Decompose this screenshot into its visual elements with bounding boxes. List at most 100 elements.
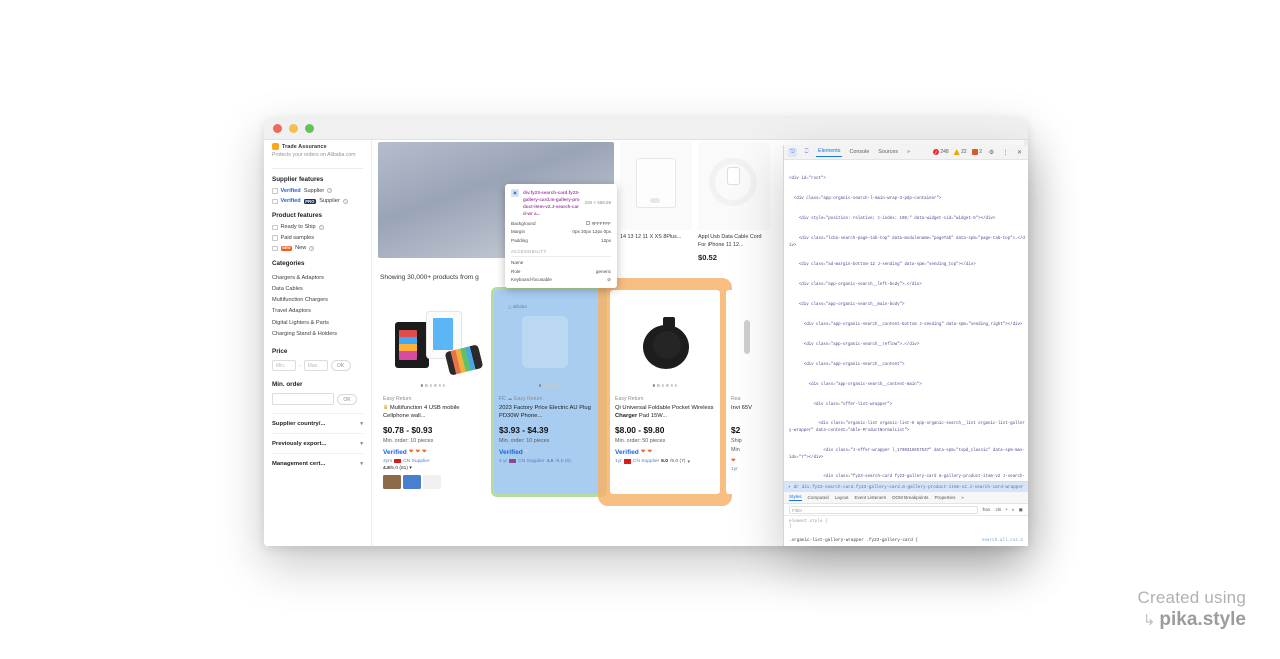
- tab-elements[interactable]: Elements: [816, 148, 843, 157]
- error-count[interactable]: ! 248: [932, 149, 949, 155]
- supplier-row[interactable]: 1yr CN Supplier 5.0 /5.0 (7) ▾: [615, 459, 715, 465]
- product-title[interactable]: Invi 65V: [731, 404, 761, 421]
- dom-line[interactable]: <div class="app-organic-search__main-bod…: [789, 302, 1026, 309]
- maximize-window-button[interactable]: [305, 124, 314, 133]
- info-icon[interactable]: ?: [318, 224, 324, 230]
- dom-line-selected[interactable]: <div class="J-offer-wrapper l_1700316657…: [789, 448, 1026, 461]
- style-rules[interactable]: element.style { } .organic-list-gallery-…: [784, 516, 1028, 546]
- product-thumbnails[interactable]: [383, 474, 483, 489]
- style-rule[interactable]: .organic-list-gallery-wrapper .fy23-gall…: [789, 538, 1023, 543]
- dom-line[interactable]: <div class="app-organic-search__content-…: [789, 322, 1026, 329]
- min-order-input[interactable]: [272, 393, 334, 406]
- filters-sidebar[interactable]: Trade Assurance Protects your orders on …: [264, 140, 372, 546]
- supplier-row[interactable]: 1yr: [731, 467, 761, 472]
- add-style-rule-icon[interactable]: +: [1005, 507, 1008, 512]
- dom-line[interactable]: <div class="app-organic-search__left-bod…: [789, 282, 1026, 289]
- dom-line[interactable]: <div class="app-organic-search__content"…: [789, 362, 1026, 369]
- checkbox[interactable]: [272, 198, 278, 205]
- category-item[interactable]: Travel Adaptors: [272, 306, 363, 317]
- more-options-icon[interactable]: ⋮: [1001, 148, 1010, 157]
- checkbox[interactable]: [272, 188, 278, 194]
- thumbnail[interactable]: [383, 474, 401, 489]
- info-icon[interactable]: ?: [342, 198, 348, 204]
- product-title[interactable]: ♛ Multifunction 4 USB mobile Cellphone w…: [383, 404, 483, 421]
- thumbnail[interactable]: [403, 474, 421, 489]
- tab-computed[interactable]: Computed: [808, 495, 829, 500]
- price-min-input[interactable]: Min.: [272, 360, 296, 372]
- tab-more[interactable]: »: [905, 149, 912, 155]
- rule-source[interactable]: search.all.css:2: [982, 538, 1023, 543]
- filter-new[interactable]: NEW New ?: [272, 245, 363, 251]
- device-toolbar-icon[interactable]: ⎕: [802, 148, 811, 157]
- tab-layout[interactable]: Layout: [835, 495, 849, 500]
- close-icon[interactable]: ✕: [1015, 148, 1024, 157]
- tab-event-listeners[interactable]: Event Listeners: [855, 495, 887, 500]
- image-carousel-dots[interactable]: [539, 384, 559, 387]
- dom-line[interactable]: <div class="offer-list-wrapper">: [789, 402, 1026, 409]
- dom-line[interactable]: <div class="app-organic-search-l-main-wr…: [789, 196, 1026, 203]
- tab-dom-breakpoints[interactable]: DOM Breakpoints: [892, 495, 928, 500]
- product-card[interactable]: Easy Return Qi Universal Foldable Pocket…: [610, 289, 720, 494]
- minimize-window-button[interactable]: [289, 124, 298, 133]
- supplier-row[interactable]: 2 yr CN Supplier 4.6 /5.0 (6): [499, 459, 599, 464]
- category-item[interactable]: Charging Stand & Holders: [272, 328, 363, 339]
- tab-more-styles[interactable]: »: [961, 495, 964, 500]
- top-product-card[interactable]: 14 13 12 11 X XS 8Plus...: [620, 142, 692, 262]
- inspect-element-icon[interactable]: ⎋: [788, 147, 797, 157]
- dom-line[interactable]: <div class="lcbu-search-page-tab-top" da…: [789, 236, 1026, 249]
- gear-icon[interactable]: ⚙: [987, 148, 996, 157]
- category-item[interactable]: Chargers & Adaptors: [272, 272, 363, 283]
- dom-tree[interactable]: <div id="root"> <div class="app-organic-…: [784, 160, 1028, 481]
- filter-supplier-country[interactable]: Supplier country/... ▾: [272, 413, 363, 433]
- close-window-button[interactable]: [273, 124, 282, 133]
- thumbnail[interactable]: [423, 474, 441, 489]
- product-title[interactable]: 2023 Factory Price Electric AU Plug PD30…: [499, 404, 599, 421]
- filter-paid-samples[interactable]: Paid samples: [272, 235, 363, 241]
- supplier-row[interactable]: 3yrs CN Supplier: [383, 459, 483, 464]
- product-card-selected[interactable]: △ alibaba FC ☁ Easy Return 2023 Factory …: [491, 286, 607, 497]
- product-title[interactable]: Qi Universal Foldable Pocket Wireless Ch…: [615, 404, 715, 421]
- filter-previously-exported[interactable]: Previously export... ▾: [272, 433, 363, 453]
- price-max-input[interactable]: Max.: [303, 360, 328, 372]
- hover-state-button[interactable]: :hov: [982, 507, 991, 512]
- dom-line[interactable]: <div class="organic-list organic-list-6 …: [789, 421, 1026, 434]
- dom-line[interactable]: <div class="app-organic-search__content-…: [789, 382, 1026, 389]
- chevron-down-icon[interactable]: ▾: [687, 459, 689, 465]
- top-product-card[interactable]: Appl Usb Data Cable Cord For iPhone 11 1…: [698, 142, 770, 262]
- dom-line[interactable]: <div class="app-organic-search__reflow">…: [789, 342, 1026, 349]
- checkbox[interactable]: [272, 245, 278, 252]
- dom-line[interactable]: <div style="position: relative; z-index:…: [789, 216, 1026, 223]
- min-order-ok-button[interactable]: OK: [337, 393, 357, 405]
- dom-line[interactable]: <div class="fy23-search-card fy23-galler…: [789, 474, 1026, 481]
- filter-management-cert[interactable]: Management cert... ▾: [272, 453, 363, 473]
- filter-verified-pro-supplier[interactable]: Verified PRO Supplier ?: [272, 198, 363, 204]
- dom-line[interactable]: <div class="ad-margin-bottom-12 J-sendin…: [789, 262, 1026, 269]
- filter-input[interactable]: Filter: [789, 505, 978, 514]
- info-icon[interactable]: ?: [309, 245, 315, 251]
- tab-styles[interactable]: Styles: [789, 494, 802, 502]
- price-ok-button[interactable]: OK: [330, 360, 351, 372]
- product-card[interactable]: Easy Return ♛ Multifunction 4 USB mobile…: [378, 289, 488, 494]
- computed-styles-icon[interactable]: ▣: [1019, 507, 1023, 513]
- product-card[interactable]: Rea Invi 65V $2 Ship Min ❤ 1yr: [726, 289, 766, 494]
- toggle-style-icon[interactable]: ◐: [1012, 507, 1015, 512]
- checkbox[interactable]: [272, 224, 278, 231]
- tab-properties[interactable]: Properties: [934, 495, 955, 500]
- class-button[interactable]: .cls: [994, 507, 1001, 512]
- checkbox[interactable]: [272, 235, 278, 241]
- image-carousel-dots[interactable]: [652, 384, 678, 387]
- category-item[interactable]: Data Cables: [272, 283, 363, 294]
- tab-sources[interactable]: Sources: [876, 149, 900, 155]
- image-carousel-dots[interactable]: [420, 384, 446, 387]
- info-icon[interactable]: ?: [327, 188, 333, 194]
- breadcrumb[interactable]: ▾ dr div.fy23-search-card.fy23-gallery-c…: [784, 481, 1028, 492]
- category-item[interactable]: Digital Lighters & Parts: [272, 317, 363, 328]
- filter-verified-supplier[interactable]: Verified Supplier ?: [272, 188, 363, 194]
- tab-console[interactable]: Console: [847, 149, 871, 155]
- filter-ready-to-ship[interactable]: Ready to Ship ?: [272, 224, 363, 230]
- info-count[interactable]: 2: [971, 149, 982, 155]
- warning-count[interactable]: 22: [953, 149, 967, 155]
- dom-line[interactable]: <div id="root">: [789, 176, 1026, 183]
- category-item[interactable]: Multifunction Chargers: [272, 295, 363, 306]
- breadcrumb-expander-icon[interactable]: ▾: [788, 485, 791, 490]
